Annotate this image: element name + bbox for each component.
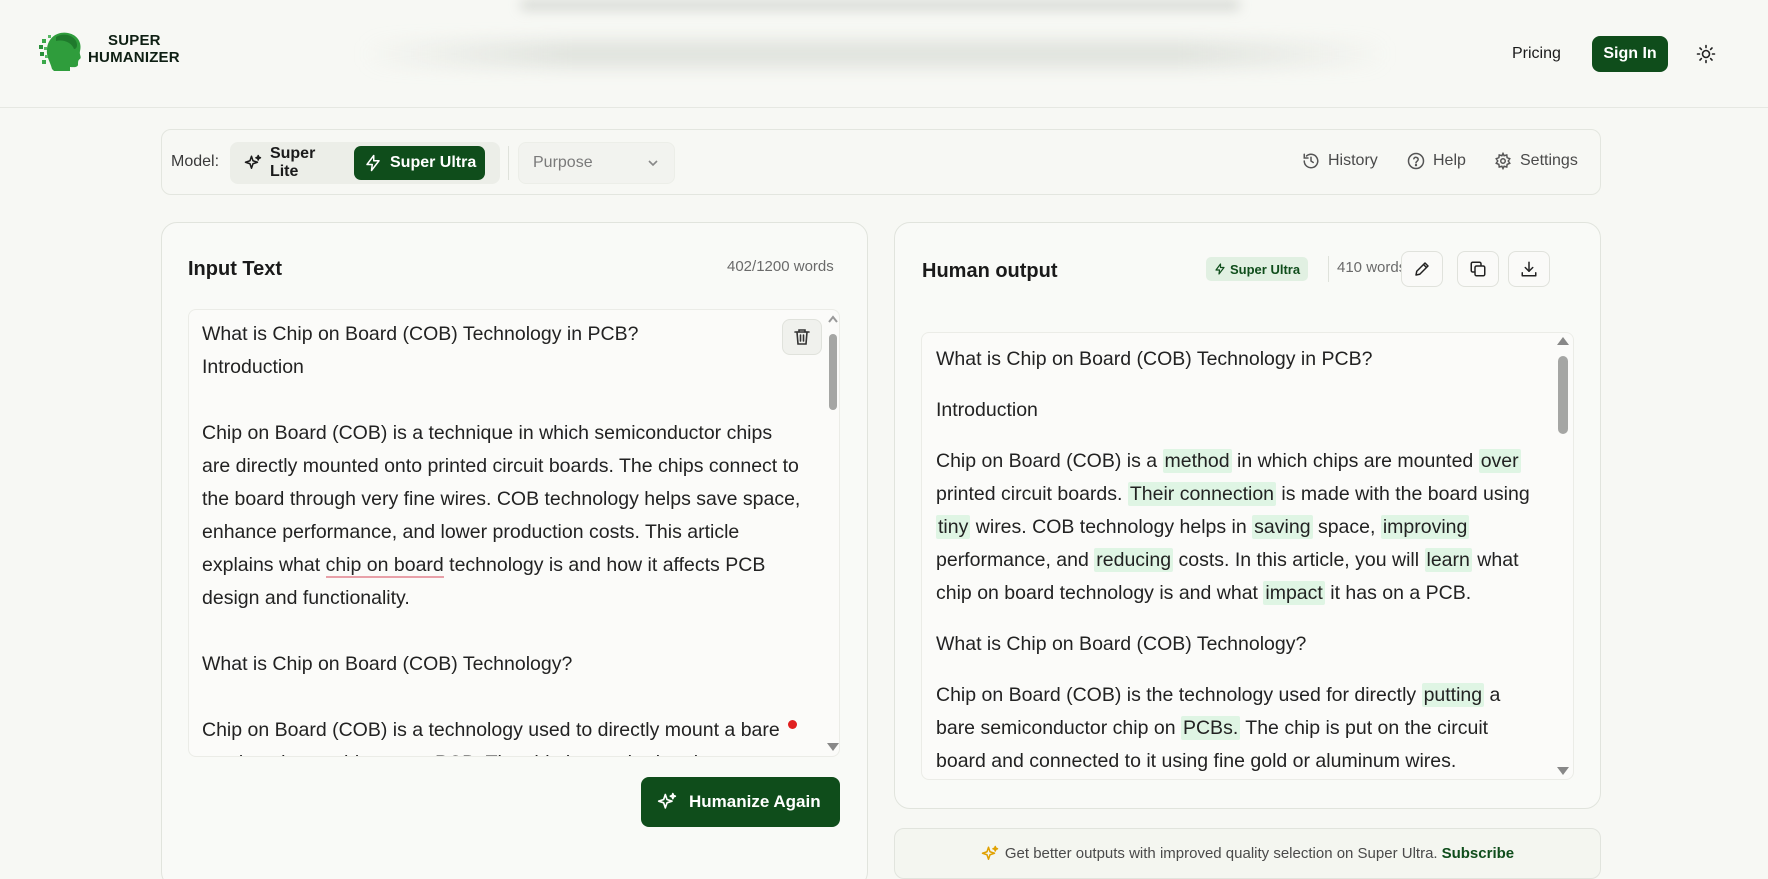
changed-word-highlight[interactable]: method [1162,449,1232,473]
sparkles-icon [244,154,262,169]
logo-text: SUPER HUMANIZER [88,32,180,66]
gear-icon [1495,152,1511,170]
changed-word-highlight[interactable]: PCBs. [1180,716,1241,740]
chevron-down-icon [648,160,658,167]
edit-output-button[interactable] [1401,251,1443,287]
blurred-subtitle [360,40,1390,68]
input-scroll-thumb[interactable] [829,334,837,410]
lightning-icon [366,154,380,172]
output-header-divider [1328,256,1329,282]
logo[interactable]: SUPER HUMANIZER [38,24,188,74]
theme-toggle-sun-icon[interactable] [1696,44,1716,64]
help-circle-icon [1407,152,1425,170]
pricing-link[interactable]: Pricing [1512,45,1561,63]
top-header: SUPER HUMANIZER Pricing Sign In [0,0,1768,108]
lightning-icon [1215,263,1225,275]
changed-word-highlight[interactable]: improving [1380,515,1470,539]
copy-icon [1470,261,1486,277]
output-textbox[interactable]: What is Chip on Board (COB) Technology i… [921,332,1574,780]
output-paragraph: Introduction [936,399,1038,421]
super-lite-label: Super Lite [269,145,316,180]
settings-link[interactable]: Settings [1494,152,1578,170]
history-label: History [1328,152,1378,169]
input-word-count: 402/1200 words [727,258,834,275]
help-link[interactable]: Help [1407,152,1466,170]
input-panel: Input Text 402/1200 words What is Chip o… [161,222,868,879]
model-label: Model: [171,153,220,170]
changed-word-highlight[interactable]: saving [1252,515,1313,539]
changed-word-highlight[interactable]: Their connection [1127,482,1277,506]
sparkles-icon [981,845,999,860]
toolbar-divider [508,146,509,180]
output-panel: Human output Super Ultra 410 words What … [894,222,1601,809]
input-textarea[interactable]: What is Chip on Board (COB) Technology i… [188,309,840,757]
super-ultra-label: Super Ultra [390,154,477,171]
input-scrollbar[interactable] [826,314,840,754]
output-scroll-thumb[interactable] [1558,356,1568,434]
scroll-up-arrow-icon[interactable] [1556,336,1570,346]
output-paragraph: Chip on Board (COB) is a method in which… [936,449,1530,605]
changed-word-highlight[interactable]: impact [1263,581,1325,605]
output-paragraph: What is Chip on Board (COB) Technology? [936,633,1307,655]
changed-word-highlight[interactable]: putting [1421,683,1485,707]
changed-word-highlight[interactable]: reducing [1094,548,1174,572]
super-lite-option[interactable]: Super Lite [236,145,348,180]
promo-banner: Get better outputs with improved quality… [894,828,1601,879]
logo-line1: SUPER [108,32,161,49]
model-badge: Super Ultra [1206,257,1309,281]
output-paragraph: What is Chip on Board (COB) Technology i… [936,348,1373,370]
help-label: Help [1433,152,1466,169]
changed-word-highlight[interactable]: tiny [936,515,971,539]
output-paragraph: Chip on Board (COB) is the technology us… [936,683,1501,772]
output-scrollbar[interactable] [1556,336,1570,778]
promo-text: Get better outputs with improved quality… [1004,845,1438,862]
pencil-icon [1415,262,1429,276]
scroll-down-arrow-icon[interactable] [826,742,840,752]
changed-word-highlight[interactable]: over [1478,449,1521,473]
sign-in-button[interactable]: Sign In [1592,36,1668,72]
settings-label: Settings [1520,152,1578,169]
model-toolbar: Model: Super Lite Super Ultra Purpose Hi… [161,129,1601,195]
model-badge-label: Super Ultra [1230,261,1301,277]
logo-line2: HUMANIZER [88,49,180,66]
blurred-banner [520,0,1240,10]
grammar-marker-dot [788,720,797,729]
sparkles-icon [657,792,677,809]
trash-icon [794,329,810,345]
humanize-again-button[interactable]: Humanize Again [641,777,840,827]
purpose-dropdown[interactable]: Purpose [518,142,675,184]
history-icon [1303,153,1319,169]
download-icon [1521,261,1537,277]
download-output-button[interactable] [1508,251,1550,287]
input-text-content[interactable]: What is Chip on Board (COB) Technology i… [202,318,802,756]
copy-output-button[interactable] [1457,251,1499,287]
model-selector: Super Lite Super Ultra [230,142,500,184]
clear-text-button[interactable] [782,319,822,355]
history-link[interactable]: History [1302,152,1378,170]
logo-head-icon [38,25,86,73]
output-word-count: 410 words [1337,259,1407,276]
scroll-up-arrow-icon[interactable] [827,314,839,324]
output-text-content[interactable]: What is Chip on Board (COB) Technology i… [936,343,1536,779]
humanize-again-label: Humanize Again [689,792,821,811]
spellcheck-underline: chip on board [325,554,444,578]
output-title: Human output [922,260,1058,282]
purpose-placeholder: Purpose [533,154,593,171]
changed-word-highlight[interactable]: learn [1424,548,1472,572]
super-ultra-option[interactable]: Super Ultra [354,146,485,180]
scroll-down-arrow-icon[interactable] [1556,766,1570,776]
subscribe-link[interactable]: Subscribe [1442,845,1515,862]
input-title: Input Text [188,258,283,280]
